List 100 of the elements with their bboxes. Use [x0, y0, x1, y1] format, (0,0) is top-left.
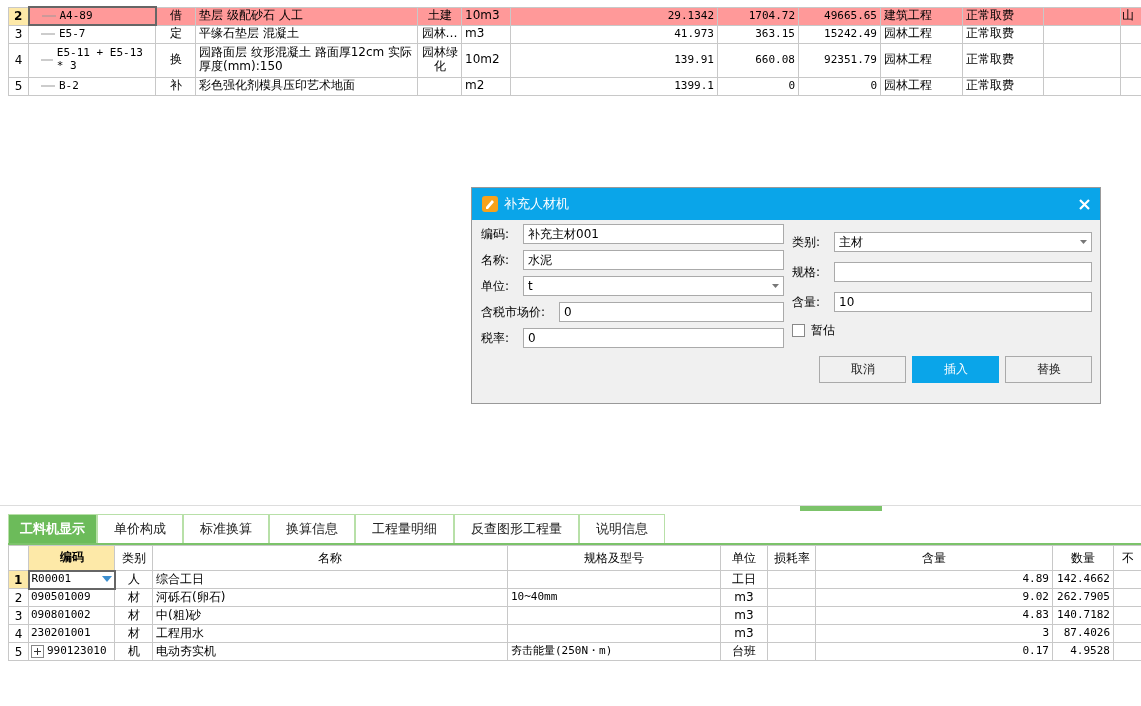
dropdown-field[interactable]: 主材 — [834, 232, 1092, 252]
table-cell: 15242.49 — [798, 25, 881, 43]
table-cell: 1704.72 — [717, 7, 799, 25]
table-cell: 4.83 — [815, 606, 1053, 625]
table-cell: m2 — [461, 77, 511, 95]
table-cell: 正常取费 — [962, 25, 1044, 43]
checkbox-label: 暂估 — [811, 322, 835, 339]
table-cell: 换 — [155, 43, 196, 77]
table-cell: 园林绿化 — [417, 43, 462, 77]
tab[interactable]: 换算信息 — [269, 514, 355, 543]
column-header[interactable]: 规格及型号 — [507, 545, 721, 571]
field-label: 类别: — [792, 233, 822, 251]
table-cell: 4.89 — [815, 570, 1053, 589]
field-label: 税率: — [481, 329, 511, 347]
column-header[interactable]: 单位 — [720, 545, 768, 571]
field-label: 含量: — [792, 293, 822, 311]
table-cell: m3 — [720, 606, 768, 625]
expand-icon[interactable] — [31, 645, 44, 658]
table-cell: 园路面层 纹形混凝土 路面厚12cm 实际厚度(mm):150 — [195, 43, 418, 77]
tree-line-icon — [41, 56, 53, 64]
tab[interactable]: 工程量明细 — [355, 514, 454, 543]
table-row[interactable]: 2 A4-89 借 垫层 级配砂石 人工 土建 10m3 29.1342 1704.72 49665.65 建筑工程 正常取费 山 — [8, 7, 1141, 25]
table-cell: 49665.65 — [798, 7, 881, 25]
table-cell — [417, 77, 462, 95]
tab[interactable]: 标准换算 — [183, 514, 269, 543]
table-cell: 262.7905 — [1052, 588, 1114, 607]
field-label: 含税市场价: — [481, 303, 547, 321]
table-cell: 4.9528 — [1052, 642, 1114, 661]
table-cell: 92351.79 — [798, 43, 881, 77]
column-header[interactable]: 编码 — [28, 545, 115, 571]
column-header[interactable]: 类别 — [114, 545, 153, 571]
input-field[interactable] — [834, 262, 1092, 282]
table-cell: A4-89 — [28, 7, 156, 25]
dialog-button[interactable]: 取消 — [819, 356, 906, 383]
table-cell: 10m3 — [461, 7, 511, 25]
input-field[interactable]: 10 — [834, 292, 1092, 312]
table-cell: 材 — [114, 588, 153, 607]
close-icon[interactable] — [1079, 198, 1090, 210]
table-cell: 垫层 级配砂石 人工 — [195, 7, 418, 25]
table-cell: 140.7182 — [1052, 606, 1114, 625]
table-cell: 工日 — [720, 570, 768, 589]
table-cell: m3 — [461, 25, 511, 43]
tab[interactable]: 说明信息 — [579, 514, 665, 543]
table-cell: 材 — [114, 624, 153, 643]
table-cell: 230201001 — [28, 624, 115, 643]
column-header[interactable]: 不 — [1113, 545, 1141, 571]
input-field[interactable]: 水泥 — [523, 250, 784, 270]
table-cell: 正常取费 — [962, 43, 1044, 77]
table-cell: 人 — [114, 570, 153, 589]
input-field[interactable]: 补充主材001 — [523, 224, 784, 244]
splitter-handle[interactable] — [800, 506, 882, 511]
dropdown-caret-icon[interactable] — [101, 576, 112, 583]
table-cell: 1399.1 — [510, 77, 718, 95]
input-field[interactable]: 0 — [559, 302, 784, 322]
table-cell: 0.17 — [815, 642, 1053, 661]
tree-line-icon — [41, 12, 56, 20]
table-cell: 0 — [717, 77, 799, 95]
table-cell: 夯击能量(250N・m) — [507, 642, 721, 661]
table-cell: 平缘石垫层 混凝土 — [195, 25, 418, 43]
column-header[interactable]: 数量 — [1052, 545, 1114, 571]
table-cell: 363.15 — [717, 25, 799, 43]
table-cell: 3 — [815, 624, 1053, 643]
table-cell: 87.4026 — [1052, 624, 1114, 643]
table-cell: R00001 — [28, 570, 115, 589]
field-label: 规格: — [792, 263, 822, 281]
table-cell: 正常取费 — [962, 77, 1044, 95]
table-cell: 借 — [155, 7, 196, 25]
table-cell: 工程用水 — [152, 624, 508, 643]
table-cell: 河砾石(卵石) — [152, 588, 508, 607]
table-cell: 10m2 — [461, 43, 511, 77]
table-cell: 彩色强化剂模具压印艺术地面 — [195, 77, 418, 95]
table-cell: 园林工程 — [880, 77, 963, 95]
dropdown-caret-icon — [1080, 240, 1087, 244]
input-field[interactable]: 0 — [523, 328, 784, 348]
table-cell: 660.08 — [717, 43, 799, 77]
tab[interactable]: 单价构成 — [97, 514, 183, 543]
field-label: 名称: — [481, 251, 511, 269]
table-cell: 正常取费 — [962, 7, 1044, 25]
dropdown-caret-icon — [772, 284, 779, 288]
table-cell: E5-11 + E5-13 * 3 — [28, 43, 156, 77]
dialog-button[interactable]: 替换 — [1005, 356, 1092, 383]
tab[interactable]: 反查图形工程量 — [454, 514, 579, 543]
column-header[interactable]: 名称 — [152, 545, 508, 571]
table-cell: 园林工程 — [880, 25, 963, 43]
dropdown-field[interactable]: t — [523, 276, 784, 296]
row-number: 2 — [8, 7, 29, 25]
table-cell: 土建 — [417, 7, 462, 25]
table-cell: 材 — [114, 606, 153, 625]
table-cell: 补 — [155, 77, 196, 95]
table-cell: 142.4662 — [1052, 570, 1114, 589]
table-cell: 电动夯实机 — [152, 642, 508, 661]
table-cell: 机 — [114, 642, 153, 661]
column-header[interactable]: 含量 — [815, 545, 1053, 571]
table-cell: 139.91 — [510, 43, 718, 77]
table-cell: 综合工日 — [152, 570, 508, 589]
tree-line-icon — [41, 82, 55, 90]
table-cell: 建筑工程 — [880, 7, 963, 25]
checkbox[interactable] — [792, 324, 805, 337]
table-cell: 29.1342 — [510, 7, 718, 25]
column-header[interactable]: 损耗率 — [767, 545, 816, 571]
